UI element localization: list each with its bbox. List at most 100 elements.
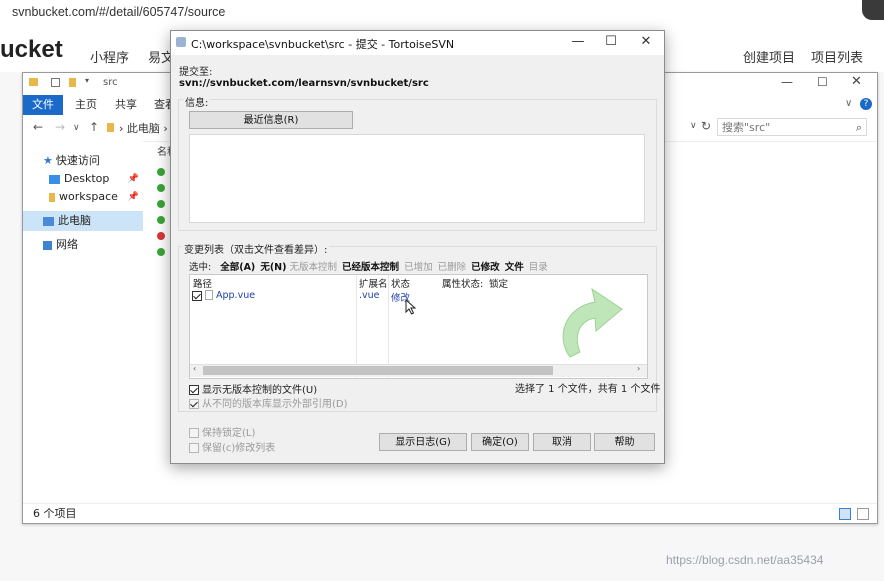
file-path: App.vue — [216, 290, 256, 301]
file-icon — [205, 290, 213, 300]
col-property-status[interactable]: 属性状态: — [442, 276, 483, 290]
minimize-icon[interactable]: — — [781, 75, 793, 89]
chevron-down-icon[interactable]: ∨ — [845, 98, 852, 109]
tab-home[interactable]: 主页 — [75, 95, 97, 115]
mouse-cursor-icon — [405, 299, 417, 315]
show-log-button[interactable]: 显示日志(G) — [379, 433, 467, 451]
nav-project-list[interactable]: 项目列表 — [811, 47, 863, 66]
details-view-icon[interactable] — [839, 508, 851, 520]
commit-to-label: 提交至: — [179, 67, 213, 78]
filter-modified[interactable]: 已修改 — [471, 262, 500, 273]
commit-message-textarea[interactable] — [189, 134, 645, 223]
nav-label: 此电脑 — [58, 214, 91, 227]
back-arrow-icon[interactable]: ← — [33, 120, 43, 134]
svn-normal-icon — [157, 248, 165, 256]
filter-added[interactable]: 已增加 — [404, 262, 433, 273]
show-externals-label: 从不同的版本库显示外部引用(D) — [202, 399, 348, 410]
nav-create-project[interactable]: 创建项目 — [743, 47, 795, 66]
dialog-title: C:\workspace\svnbucket\src - 提交 - Tortoi… — [191, 38, 455, 51]
nav-miniprogram[interactable]: 小程序 — [90, 47, 129, 66]
keep-locks-option[interactable]: 保持锁定(L) — [189, 424, 255, 439]
scroll-right-icon[interactable]: › — [637, 364, 640, 373]
changes-list[interactable]: 路径 扩展名 状态 属性状态: 锁定 App.vue .vue 修改 ‹ › — [189, 274, 648, 379]
file-checkbox[interactable] — [192, 290, 202, 301]
scrollbar-thumb[interactable] — [203, 366, 553, 375]
close-icon[interactable]: ✕ — [632, 34, 660, 49]
explorer-title: src — [103, 77, 118, 88]
search-placeholder: 搜索"src" — [722, 121, 771, 134]
filter-files[interactable]: 文件 — [505, 262, 524, 273]
svn-modified-icon — [157, 232, 165, 240]
properties-icon[interactable] — [51, 78, 60, 87]
selection-summary: 选择了 1 个文件，共有 1 个文件 — [515, 384, 661, 395]
refresh-icon[interactable]: ↻ — [701, 119, 711, 133]
keep-changelists-checkbox[interactable] — [189, 443, 199, 453]
browser-url[interactable]: svnbucket.com/#/detail/605747/source — [12, 5, 225, 19]
show-unversioned-option[interactable]: 显示无版本控制的文件(U) — [189, 381, 317, 396]
keep-locks-checkbox[interactable] — [189, 428, 199, 438]
cancel-button[interactable]: 取消 — [533, 433, 591, 451]
filter-unversioned[interactable]: 无版本控制 — [289, 262, 337, 273]
tab-share[interactable]: 共享 — [115, 95, 137, 115]
commit-url: svn://svnbucket.com/learnsvn/svnbucket/s… — [179, 78, 429, 89]
computer-icon — [43, 216, 54, 226]
help-icon[interactable]: ? — [860, 98, 872, 110]
desktop-icon — [49, 174, 60, 184]
forward-arrow-icon[interactable]: → — [55, 120, 65, 134]
filter-none[interactable]: 无(N) — [260, 262, 286, 273]
up-arrow-icon[interactable]: ↑ — [89, 120, 99, 134]
nav-network[interactable]: 网络 — [23, 235, 143, 255]
nav-label: 网络 — [56, 238, 78, 251]
recent-messages-button[interactable]: 最近信息(R) — [189, 111, 353, 129]
pin-icon: 📌 — [127, 192, 139, 202]
scroll-left-icon[interactable]: ‹ — [193, 364, 196, 373]
search-input[interactable]: 搜索"src" ⌕ — [717, 118, 867, 136]
user-avatar[interactable] — [862, 0, 884, 20]
minimize-icon[interactable]: — — [564, 34, 592, 49]
new-folder-icon[interactable] — [69, 78, 76, 87]
watermark: https://blog.csdn.net/aa35434 — [666, 553, 824, 567]
nav-label: 快速访问 — [55, 154, 100, 167]
item-count: 6 个项目 — [33, 507, 77, 520]
nav-workspace[interactable]: workspace 📌 — [23, 187, 143, 207]
nav-this-pc[interactable]: 此电脑 — [23, 211, 143, 231]
large-icons-view-icon[interactable] — [857, 508, 869, 520]
col-status[interactable]: 状态 — [391, 276, 410, 290]
show-externals-checkbox[interactable] — [189, 399, 199, 409]
filter-all[interactable]: 全部(A) — [220, 262, 255, 273]
help-button[interactable]: 帮助 — [594, 433, 655, 451]
filter-directories[interactable]: 目录 — [529, 262, 548, 273]
tab-file[interactable]: 文件 — [23, 95, 63, 115]
site-logo[interactable]: ucket — [0, 36, 63, 64]
address-dropdown-icon[interactable]: ∨ — [690, 121, 697, 131]
filter-versioned[interactable]: 已经版本控制 — [342, 262, 399, 273]
show-unversioned-checkbox[interactable] — [189, 385, 199, 395]
keep-changelists-option[interactable]: 保留(c)修改列表 — [189, 439, 275, 454]
ok-button[interactable]: 确定(O) — [471, 433, 529, 451]
maximize-icon[interactable]: ☐ — [817, 75, 828, 89]
pin-icon: 📌 — [127, 174, 139, 184]
nav-desktop[interactable]: Desktop 📌 — [23, 169, 143, 189]
col-extension[interactable]: 扩展名 — [359, 276, 388, 290]
recent-dropdown-icon[interactable]: ∨ — [73, 123, 80, 133]
folder-icon — [107, 123, 114, 132]
star-icon: ★ — [43, 154, 53, 167]
keep-locks-label: 保持锁定(L) — [202, 428, 256, 439]
col-lock[interactable]: 锁定 — [489, 276, 508, 290]
dialog-titlebar: C:\workspace\svnbucket\src - 提交 - Tortoi… — [171, 31, 664, 55]
maximize-icon[interactable]: ☐ — [597, 34, 625, 49]
filter-select-label: 选中: — [189, 262, 212, 273]
breadcrumb-this-pc[interactable]: › 此电脑 › — [119, 120, 168, 136]
nav-quick-access[interactable]: ★ 快速访问 — [23, 151, 143, 171]
tortoise-arrow-icon — [562, 287, 623, 358]
close-icon[interactable]: ✕ — [851, 74, 862, 89]
col-path[interactable]: 路径 — [193, 276, 212, 290]
keep-changelists-label: 保留(c)修改列表 — [202, 443, 276, 454]
browser-address-bar[interactable]: svnbucket.com/#/detail/605747/source — [0, 0, 884, 27]
changes-label: 变更列表（双击文件查看差异）: — [182, 241, 330, 256]
show-externals-option[interactable]: 从不同的版本库显示外部引用(D) — [189, 395, 348, 410]
quick-access-dropdown-icon[interactable]: ▾ — [85, 76, 89, 85]
horizontal-scrollbar[interactable]: ‹ › — [190, 364, 647, 377]
filter-deleted[interactable]: 已删除 — [438, 262, 467, 273]
svn-commit-dialog: C:\workspace\svnbucket\src - 提交 - Tortoi… — [170, 30, 665, 464]
